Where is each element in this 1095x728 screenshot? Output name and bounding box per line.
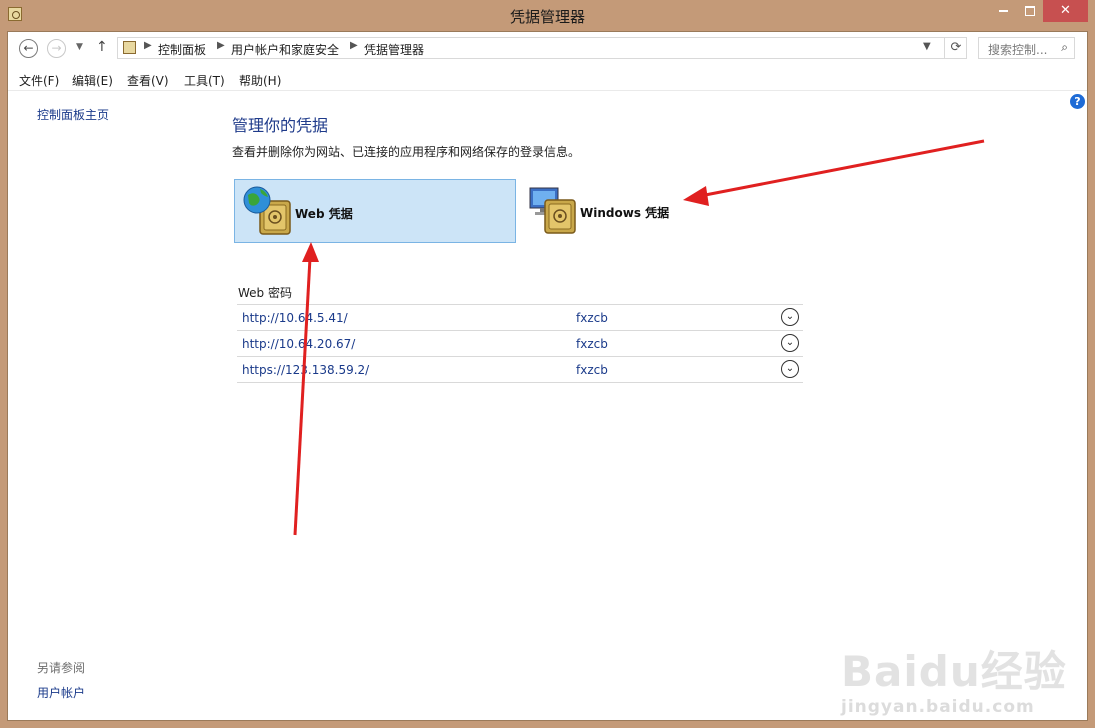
arrow-to-web-credentials xyxy=(293,257,312,536)
annotation-arrows xyxy=(293,139,985,536)
arrow-head xyxy=(302,242,319,262)
arrow-to-windows-credentials xyxy=(699,139,985,198)
arrow-head xyxy=(683,186,709,206)
